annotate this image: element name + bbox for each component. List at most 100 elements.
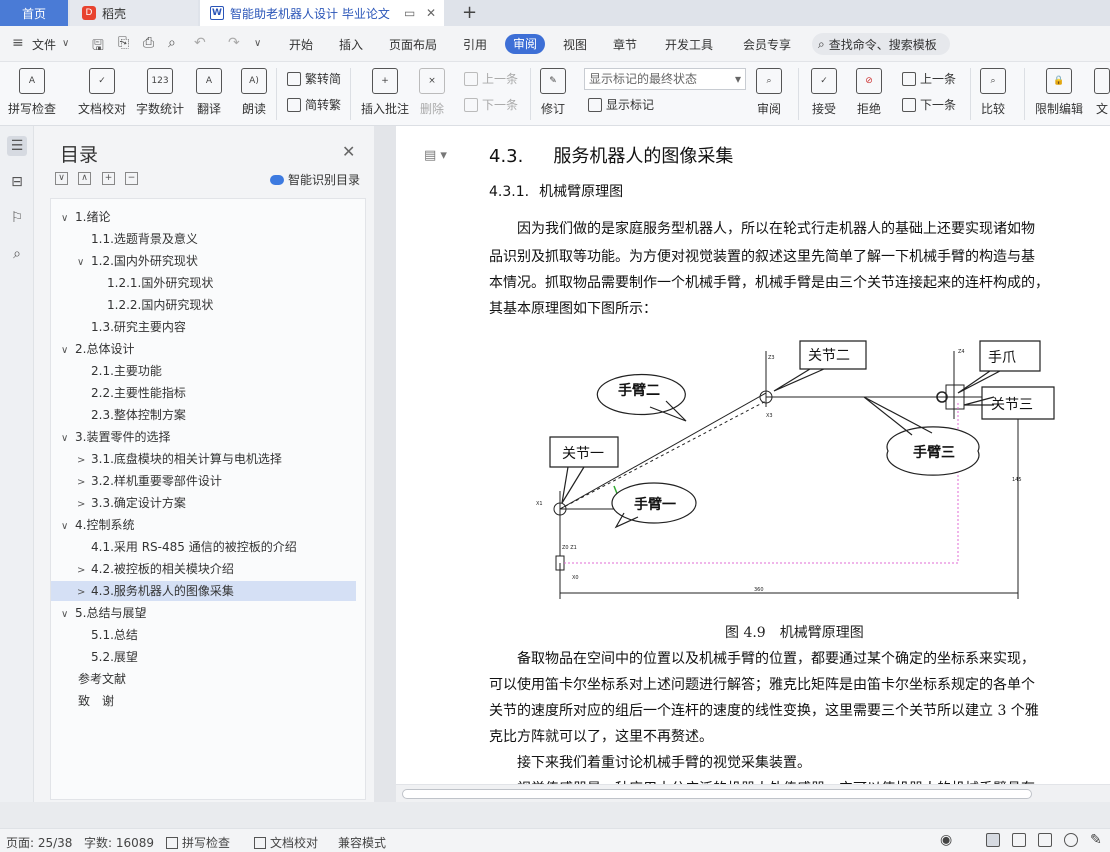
page-view-icon[interactable] — [986, 833, 1000, 847]
bookmark-icon[interactable]: ⚐ — [7, 208, 27, 228]
horizontal-scrollbar[interactable] — [396, 784, 1110, 802]
toc-item[interactable]: ∨ 2.总体设计 — [61, 339, 134, 359]
chevron-right-icon[interactable]: > — [77, 451, 91, 471]
chapter-nav-icon[interactable]: ⊟ — [7, 172, 27, 192]
compare-button[interactable]: ⌕ 比较 — [980, 62, 1006, 117]
tab-pin-icon[interactable]: ▭ — [404, 6, 415, 20]
toc-item[interactable]: >4.2.被控板的相关模块介绍 — [77, 559, 234, 579]
horizontal-scroll-thumb[interactable] — [402, 789, 1032, 799]
toc-item[interactable]: 1.1.选题背景及意义 — [77, 229, 198, 249]
prev-change-button[interactable]: 上一条 — [902, 70, 956, 87]
toc-item[interactable]: 4.1.采用 RS-485 通信的被控板的介绍 — [77, 537, 297, 557]
web-view-icon[interactable] — [1064, 833, 1078, 847]
status-doc-proof[interactable]: 文档校对 — [254, 834, 318, 851]
toc-remove-icon[interactable]: − — [125, 172, 138, 185]
menu-reference[interactable]: 引用 — [463, 36, 487, 53]
restrict-edit-button[interactable]: 🔒 限制编辑 — [1035, 62, 1083, 117]
menu-review[interactable]: 审阅 — [505, 34, 546, 54]
reject-button[interactable]: ⊘ 拒绝 — [856, 62, 882, 117]
spell-check-button[interactable]: A 拼写检查 — [8, 62, 56, 117]
chevron-right-icon[interactable]: > — [77, 583, 91, 603]
eye-protection-icon[interactable]: ◉ — [940, 832, 952, 848]
chevron-down-icon[interactable]: ∨ — [61, 605, 75, 625]
prev-comment-button[interactable]: 上一条 — [464, 70, 518, 87]
tab-close-icon[interactable]: ✕ — [426, 6, 436, 20]
menu-page-layout[interactable]: 页面布局 — [389, 36, 437, 53]
toc-expand-all-icon[interactable]: ∧ — [78, 172, 91, 185]
outline-view-icon[interactable] — [1012, 833, 1026, 847]
toc-item[interactable]: 2.2.主要性能指标 — [77, 383, 186, 403]
menu-view[interactable]: 视图 — [563, 36, 587, 53]
review-pane-button[interactable]: ⌕ 审阅 — [756, 62, 782, 117]
trad-to-simp-button[interactable]: 繁转简 — [287, 70, 341, 87]
toc-item[interactable]: 参考文献 — [78, 669, 126, 689]
toc-item[interactable]: 2.1.主要功能 — [77, 361, 162, 381]
toc-item[interactable]: 致 谢 — [78, 691, 114, 711]
toc-add-icon[interactable]: + — [102, 172, 115, 185]
toc-nav-icon[interactable]: ☰ — [7, 136, 27, 156]
toc-close-icon[interactable]: ✕ — [342, 142, 355, 161]
accept-button[interactable]: ✓ 接受 — [811, 62, 837, 117]
menu-chapter[interactable]: 章节 — [613, 36, 637, 53]
insert-comment-button[interactable]: + 插入批注 — [361, 62, 409, 117]
chevron-down-icon[interactable]: ∨ — [61, 209, 75, 229]
pen-icon[interactable]: ✎ — [1090, 832, 1102, 848]
undo-icon[interactable]: ↶ — [194, 35, 206, 51]
chevron-right-icon[interactable]: > — [77, 561, 91, 581]
chevron-down-icon[interactable]: ∨ — [61, 429, 75, 449]
menu-insert[interactable]: 插入 — [339, 36, 363, 53]
next-change-button[interactable]: 下一条 — [902, 96, 956, 113]
toc-item[interactable]: >3.2.样机重要零部件设计 — [77, 471, 222, 491]
markup-state-select[interactable]: 显示标记的最终状态 — [584, 68, 746, 90]
command-search[interactable]: ⌕ 查找命令、搜索模板 — [812, 33, 950, 55]
tab-document[interactable]: W 智能助老机器人设计 毕业论文 ▭ ✕ — [200, 0, 444, 26]
document-page[interactable]: ▤ ▾ 4.3. 服务机器人的图像采集 4.3.1. 机械臂原理图 因为我们做的是家… — [396, 126, 1110, 784]
revise-button[interactable]: ✎ 修订 — [540, 62, 566, 117]
chevron-down-icon[interactable]: ∨ — [61, 517, 75, 537]
menu-dev-tools[interactable]: 开发工具 — [665, 36, 713, 53]
toc-item[interactable]: >4.3.服务机器人的图像采集 — [51, 581, 356, 601]
toc-item[interactable]: 1.3.研究主要内容 — [77, 317, 186, 337]
export-icon[interactable]: ⎘ — [118, 35, 129, 51]
menu-file[interactable]: 文件 — [32, 36, 56, 53]
chevron-right-icon[interactable]: > — [77, 473, 91, 493]
read-aloud-button[interactable]: A) 朗读 — [241, 62, 267, 117]
toc-item[interactable]: >3.3.确定设计方案 — [77, 493, 186, 513]
print-icon[interactable]: ⎙ — [143, 35, 154, 51]
redo-icon[interactable]: ↷ — [228, 35, 240, 51]
file-chevron-icon[interactable]: ∨ — [62, 38, 69, 49]
menu-start[interactable]: 开始 — [289, 36, 313, 53]
toc-item[interactable]: >3.1.底盘模块的相关计算与电机选择 — [77, 449, 282, 469]
reading-view-icon[interactable] — [1038, 833, 1052, 847]
smart-toc-button[interactable]: 智能识别目录 — [270, 171, 360, 188]
toc-item[interactable]: 1.2.2.国内研究现状 — [93, 295, 213, 315]
show-markup-button[interactable]: 显示标记 — [588, 96, 654, 113]
chevron-down-icon[interactable]: ∨ — [61, 341, 75, 361]
find-icon[interactable]: ⌕ — [7, 244, 27, 264]
translate-button[interactable]: A 翻译 — [196, 62, 222, 117]
toc-item[interactable]: ∨ 3.装置零件的选择 — [61, 427, 170, 447]
toc-item[interactable]: 1.2.1.国外研究现状 — [93, 273, 213, 293]
toc-item[interactable]: ∨ 4.控制系统 — [61, 515, 134, 535]
status-spell-check[interactable]: 拼写检查 — [166, 834, 230, 851]
toc-item[interactable]: 2.3.整体控制方案 — [77, 405, 186, 425]
menu-member[interactable]: 会员专享 — [743, 36, 791, 53]
toc-item[interactable]: ∨ 1.2.国内外研究现状 — [77, 251, 198, 271]
tab-home[interactable]: 首页 — [0, 0, 68, 26]
toc-item[interactable]: ∨ 5.总结与展望 — [61, 603, 146, 623]
toc-collapse-all-icon[interactable]: ∨ — [55, 172, 68, 185]
chevron-down-icon[interactable]: ∨ — [77, 253, 91, 273]
chevron-right-icon[interactable]: > — [77, 495, 91, 515]
tab-daoke[interactable]: D 稻壳 — [70, 0, 198, 26]
new-tab-button[interactable]: + — [462, 2, 477, 23]
delete-comment-button[interactable]: × 删除 — [419, 62, 445, 117]
panel-splitter[interactable] — [374, 126, 396, 802]
hamburger-icon[interactable]: ≡ — [12, 35, 24, 51]
page-indicator[interactable]: 页面: 25/38 — [6, 834, 72, 851]
word-count-indicator[interactable]: 字数: 16089 — [84, 834, 154, 851]
doc-proof-button[interactable]: ✓ 文档校对 — [78, 62, 126, 117]
toc-item[interactable]: 5.2.展望 — [77, 647, 138, 667]
print-preview-icon[interactable]: ⌕ — [168, 35, 176, 51]
next-comment-button[interactable]: 下一条 — [464, 96, 518, 113]
simp-to-trad-button[interactable]: 简转繁 — [287, 96, 341, 113]
